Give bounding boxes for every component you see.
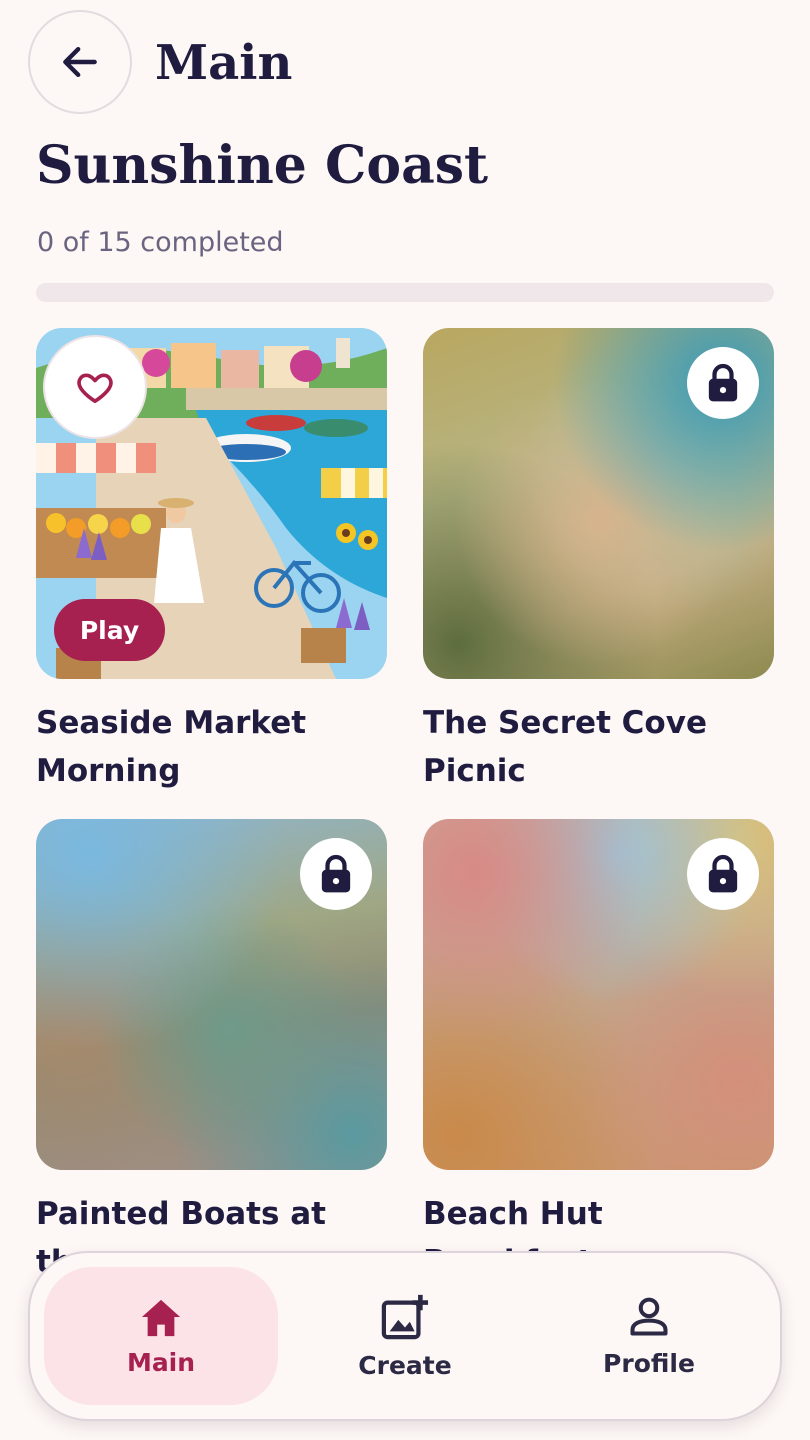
nav-title: Main	[155, 35, 293, 91]
nav-item-create[interactable]: Create	[288, 1267, 522, 1405]
lock-badge	[687, 838, 759, 910]
puzzle-card[interactable]: Play Seaside Market Morning	[36, 328, 387, 795]
nav-item-profile[interactable]: Profile	[532, 1267, 766, 1405]
lock-badge	[300, 838, 372, 910]
card-title: The Secret Cove Picnic	[423, 705, 707, 789]
arrow-left-icon	[63, 46, 97, 78]
nav-label: Create	[358, 1350, 452, 1380]
heart-outline-icon	[77, 373, 113, 403]
lock-icon	[708, 854, 738, 893]
puzzle-thumbnail[interactable]: Play	[36, 328, 387, 679]
nav-label: Profile	[603, 1348, 695, 1378]
play-button[interactable]: Play	[54, 599, 165, 661]
puzzle-card[interactable]: Beach Hut Breakfast	[423, 819, 774, 1286]
back-button[interactable]	[28, 10, 132, 114]
page-title: Sunshine Coast	[36, 135, 489, 196]
home-icon	[141, 1299, 181, 1336]
locked-thumbnail	[423, 819, 774, 1170]
favorite-button[interactable]	[43, 335, 147, 439]
lock-icon	[708, 363, 738, 402]
bottom-navigation: Main Create Profile	[28, 1251, 782, 1421]
lock-icon	[321, 854, 351, 893]
progress-bar	[36, 283, 774, 302]
nav-label: Main	[126, 1347, 196, 1377]
puzzle-card[interactable]: Painted Boats at the	[36, 819, 387, 1286]
person-icon	[630, 1297, 668, 1336]
locked-thumbnail	[423, 328, 774, 679]
add-image-icon	[381, 1294, 429, 1339]
nav-item-main[interactable]: Main	[44, 1267, 278, 1405]
lock-badge	[687, 347, 759, 419]
puzzle-card[interactable]: The Secret Cove Picnic	[423, 328, 774, 795]
card-title: Seaside Market Morning	[36, 705, 307, 789]
progress-text: 0 of 15 completed	[37, 227, 284, 258]
locked-thumbnail	[36, 819, 387, 1170]
